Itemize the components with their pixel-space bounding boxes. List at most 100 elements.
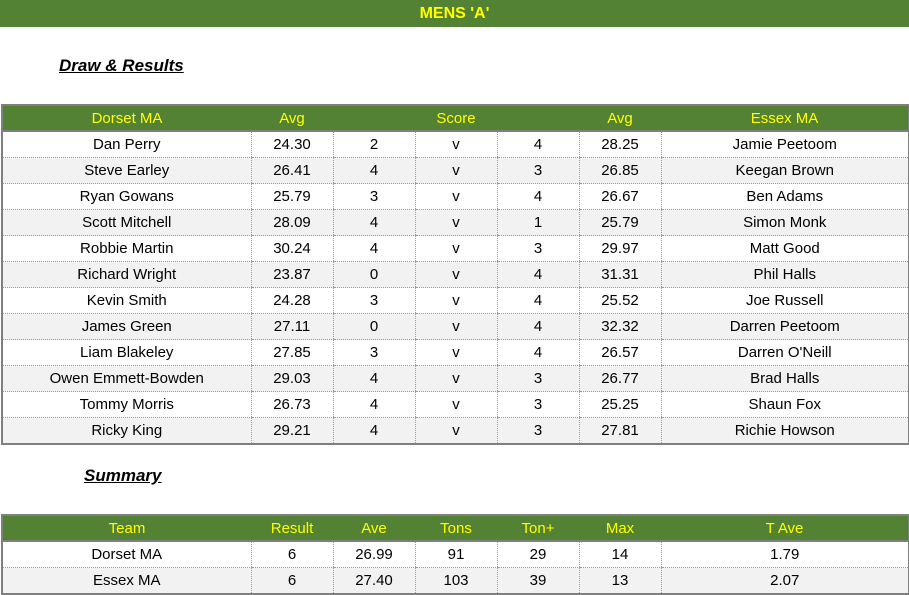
away-score-cell: 4 bbox=[496, 183, 579, 210]
header-ave: Ave bbox=[333, 514, 415, 542]
team-cell: Essex MA bbox=[2, 567, 251, 594]
home-avg-cell: 23.87 bbox=[250, 261, 333, 288]
home-player-cell: Ryan Gowans bbox=[2, 183, 251, 210]
summary-table: Team Result Ave Tons Ton+ Max T Ave Dors… bbox=[1, 514, 909, 595]
away-score-cell: 4 bbox=[496, 313, 579, 340]
away-player-cell: Richie Howson bbox=[660, 417, 909, 444]
versus-cell: v bbox=[414, 131, 497, 158]
header-result: Result bbox=[251, 514, 333, 542]
header-ton-plus: Ton+ bbox=[497, 514, 579, 542]
away-avg-cell: 25.79 bbox=[578, 209, 661, 236]
draw-row: Liam Blakeley 27.85 3 v 4 26.57 Darren O'Neill bbox=[2, 339, 909, 366]
away-avg-cell: 25.25 bbox=[578, 391, 661, 418]
versus-cell: v bbox=[414, 417, 497, 444]
away-player-cell: Ben Adams bbox=[660, 183, 909, 210]
home-player-cell: Liam Blakeley bbox=[2, 339, 251, 366]
home-player-cell: Owen Emmett-Bowden bbox=[2, 365, 251, 392]
away-avg-cell: 32.32 bbox=[578, 313, 661, 340]
away-avg-cell: 29.97 bbox=[578, 235, 661, 262]
draw-row: Owen Emmett-Bowden 29.03 4 v 3 26.77 Brad Hall… bbox=[2, 365, 909, 392]
draw-header-row: Dorset MA Avg Score Avg Essex MA bbox=[2, 104, 909, 132]
home-player-cell: Steve Earley bbox=[2, 157, 251, 184]
summary-row: Essex MA 6 27.40 103 39 13 2.07 bbox=[2, 567, 909, 594]
home-avg-cell: 28.09 bbox=[250, 209, 333, 236]
versus-cell: v bbox=[414, 313, 497, 340]
away-score-cell: 4 bbox=[496, 287, 579, 314]
ton-plus-cell: 39 bbox=[496, 567, 579, 594]
away-avg-cell: 27.81 bbox=[578, 417, 661, 444]
draw-results-heading: Draw & Results bbox=[59, 56, 184, 75]
home-score-cell: 4 bbox=[332, 209, 415, 236]
tons-cell: 91 bbox=[414, 541, 497, 568]
versus-cell: v bbox=[414, 287, 497, 314]
draw-row: James Green 27.11 0 v 4 32.32 Darren Peetoom bbox=[2, 313, 909, 340]
away-player-cell: Simon Monk bbox=[660, 209, 909, 236]
away-avg-cell: 26.57 bbox=[578, 339, 661, 366]
draw-row: Robbie Martin 30.24 4 v 3 29.97 Matt Good bbox=[2, 235, 909, 262]
header-score: Score bbox=[333, 104, 579, 132]
home-avg-cell: 29.03 bbox=[250, 365, 333, 392]
versus-cell: v bbox=[414, 183, 497, 210]
draw-row: Scott Mitchell 28.09 4 v 1 25.79 Simon Monk bbox=[2, 209, 909, 236]
ton-plus-cell: 29 bbox=[496, 541, 579, 568]
draw-row: Ricky King 29.21 4 v 3 27.81 Richie Howson bbox=[2, 417, 909, 444]
team-cell: Dorset MA bbox=[2, 541, 251, 568]
result-cell: 6 bbox=[250, 541, 333, 568]
away-avg-cell: 26.67 bbox=[578, 183, 661, 210]
ave-cell: 27.40 bbox=[332, 567, 415, 594]
max-cell: 14 bbox=[578, 541, 661, 568]
home-score-cell: 0 bbox=[332, 261, 415, 288]
home-score-cell: 3 bbox=[332, 287, 415, 314]
home-avg-cell: 29.21 bbox=[250, 417, 333, 444]
header-away-avg: Avg bbox=[579, 104, 661, 132]
versus-cell: v bbox=[414, 157, 497, 184]
away-score-cell: 4 bbox=[496, 339, 579, 366]
away-player-cell: Jamie Peetoom bbox=[660, 131, 909, 158]
header-team: Team bbox=[2, 514, 251, 542]
away-score-cell: 3 bbox=[496, 235, 579, 262]
versus-cell: v bbox=[414, 339, 497, 366]
home-score-cell: 4 bbox=[332, 417, 415, 444]
header-tons: Tons bbox=[415, 514, 497, 542]
home-player-cell: Dan Perry bbox=[2, 131, 251, 158]
home-avg-cell: 26.41 bbox=[250, 157, 333, 184]
draw-row: Ryan Gowans 25.79 3 v 4 26.67 Ben Adams bbox=[2, 183, 909, 210]
draw-results-table: Dorset MA Avg Score Avg Essex MA Dan Per… bbox=[1, 104, 909, 445]
header-t-ave: T Ave bbox=[661, 514, 909, 542]
home-score-cell: 3 bbox=[332, 183, 415, 210]
home-score-cell: 4 bbox=[332, 235, 415, 262]
away-avg-cell: 26.77 bbox=[578, 365, 661, 392]
draw-row: Richard Wright 23.87 0 v 4 31.31 Phil Halls bbox=[2, 261, 909, 288]
home-player-cell: James Green bbox=[2, 313, 251, 340]
summary-header-row: Team Result Ave Tons Ton+ Max T Ave bbox=[2, 514, 909, 542]
summary-row: Dorset MA 6 26.99 91 29 14 1.79 bbox=[2, 541, 909, 568]
home-avg-cell: 27.11 bbox=[250, 313, 333, 340]
home-score-cell: 0 bbox=[332, 313, 415, 340]
away-score-cell: 4 bbox=[496, 131, 579, 158]
home-avg-cell: 24.30 bbox=[250, 131, 333, 158]
page-title: MENS 'A' bbox=[0, 0, 909, 27]
away-score-cell: 1 bbox=[496, 209, 579, 236]
home-score-cell: 4 bbox=[332, 365, 415, 392]
versus-cell: v bbox=[414, 235, 497, 262]
away-score-cell: 3 bbox=[496, 417, 579, 444]
home-player-cell: Kevin Smith bbox=[2, 287, 251, 314]
home-player-cell: Robbie Martin bbox=[2, 235, 251, 262]
away-player-cell: Joe Russell bbox=[660, 287, 909, 314]
home-avg-cell: 30.24 bbox=[250, 235, 333, 262]
t-ave-cell: 1.79 bbox=[660, 541, 909, 568]
draw-row: Tommy Morris 26.73 4 v 3 25.25 Shaun Fox bbox=[2, 391, 909, 418]
home-avg-cell: 27.85 bbox=[250, 339, 333, 366]
header-home-avg: Avg bbox=[251, 104, 333, 132]
away-player-cell: Shaun Fox bbox=[660, 391, 909, 418]
away-score-cell: 4 bbox=[496, 261, 579, 288]
header-home-team: Dorset MA bbox=[2, 104, 251, 132]
versus-cell: v bbox=[414, 261, 497, 288]
home-avg-cell: 25.79 bbox=[250, 183, 333, 210]
away-player-cell: Darren Peetoom bbox=[660, 313, 909, 340]
away-score-cell: 3 bbox=[496, 157, 579, 184]
away-player-cell: Keegan Brown bbox=[660, 157, 909, 184]
max-cell: 13 bbox=[578, 567, 661, 594]
t-ave-cell: 2.07 bbox=[660, 567, 909, 594]
header-max: Max bbox=[579, 514, 661, 542]
